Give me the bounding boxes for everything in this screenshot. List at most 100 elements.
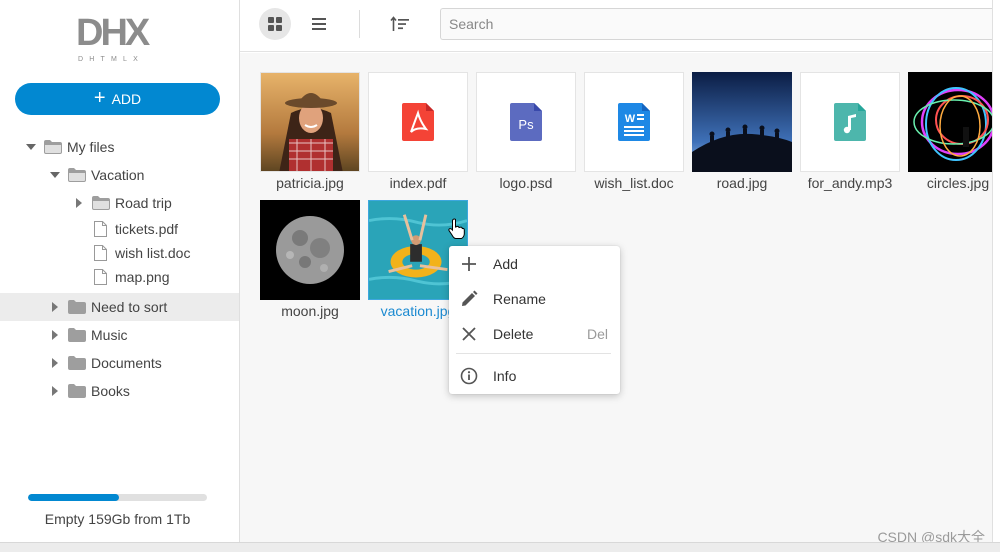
tree-item-label: Books xyxy=(91,383,130,399)
tree-item-need-to-sort[interactable]: Need to sort xyxy=(0,293,239,321)
toolbar-divider xyxy=(359,10,360,38)
chevron-right-icon[interactable] xyxy=(52,386,58,396)
chevron-right-icon[interactable] xyxy=(52,358,58,368)
file-name: for_andy.mp3 xyxy=(807,175,893,191)
context-menu-add[interactable]: Add xyxy=(449,246,620,281)
logo-text: DHX xyxy=(76,12,150,54)
folder-open-icon xyxy=(68,168,86,182)
audio-icon xyxy=(834,103,866,141)
photo-circles-image xyxy=(908,72,1000,172)
storage-progress-bar xyxy=(28,494,207,501)
context-menu-label: Rename xyxy=(493,290,546,307)
tree-item-books[interactable]: Books xyxy=(0,377,239,405)
chevron-right-icon[interactable] xyxy=(76,198,82,208)
chevron-down-icon[interactable] xyxy=(26,144,36,150)
tree-item-label: map.png xyxy=(115,269,170,285)
context-menu-hotkey: Del xyxy=(586,325,608,342)
folder-icon xyxy=(68,356,86,370)
search-input[interactable] xyxy=(440,8,1000,40)
file-name: road.jpg xyxy=(716,175,768,191)
chevron-right-icon[interactable] xyxy=(52,302,58,312)
storage-text: Empty 159Gb from 1Tb xyxy=(44,511,191,527)
tree-item-label: tickets.pdf xyxy=(115,221,179,237)
tree-item-documents[interactable]: Documents xyxy=(0,349,239,377)
sidebar: DHX DHTMLX + ADD My files Vacation Road … xyxy=(0,0,240,542)
pdf-icon xyxy=(402,103,434,141)
storage-indicator: Empty 159Gb from 1Tb xyxy=(28,494,207,527)
file-icon xyxy=(94,269,107,285)
logo-subtext: DHTMLX xyxy=(78,56,144,63)
file-thumbnail: W xyxy=(584,72,684,172)
folder-icon xyxy=(68,384,86,398)
context-menu-delete[interactable]: Delete Del xyxy=(449,316,620,351)
tree-item-label: wish list.doc xyxy=(115,245,191,261)
file-icon xyxy=(94,245,107,261)
file-thumbnail xyxy=(368,72,468,172)
psd-icon: Ps xyxy=(510,103,542,141)
plus-icon xyxy=(462,256,476,271)
tree-item-label: My files xyxy=(67,139,115,155)
context-menu-label: Info xyxy=(493,367,517,384)
context-menu-label: Add xyxy=(493,255,518,272)
tree-item-wish-list-doc[interactable]: wish list.doc xyxy=(0,241,239,265)
file-item[interactable]: moon.jpg xyxy=(260,200,360,319)
file-item[interactable]: index.pdf xyxy=(368,72,468,191)
tree-item-music[interactable]: Music xyxy=(0,321,239,349)
sort-button[interactable] xyxy=(384,8,416,40)
folder-open-icon xyxy=(44,140,62,154)
tree-item-road-trip[interactable]: Road trip xyxy=(0,189,239,217)
list-view-icon xyxy=(312,18,326,30)
photo-portrait-image xyxy=(261,73,359,171)
context-menu-divider xyxy=(456,353,611,354)
file-name: circles.jpg xyxy=(926,175,990,191)
storage-progress-fill xyxy=(28,494,120,501)
file-item[interactable]: patricia.jpg xyxy=(260,72,360,191)
image-thumbnail xyxy=(260,72,360,172)
toolbar xyxy=(240,0,1000,52)
tree-item-map-png[interactable]: map.png xyxy=(0,265,239,293)
tree-item-label: Music xyxy=(91,327,128,343)
file-item[interactable]: for_andy.mp3 xyxy=(800,72,900,191)
tree-item-label: Documents xyxy=(91,355,162,371)
context-menu-rename[interactable]: Rename xyxy=(449,281,620,316)
dhx-logo: DHX DHTMLX xyxy=(76,14,160,66)
plus-icon: + xyxy=(93,87,106,109)
file-item[interactable]: circles.jpg xyxy=(908,72,1000,191)
tree-item-label: Road trip xyxy=(115,195,172,211)
file-icon xyxy=(94,221,107,237)
context-menu-info[interactable]: Info xyxy=(449,358,620,393)
info-icon xyxy=(460,367,478,384)
folder-tree: My files Vacation Road trip tickets.pdf … xyxy=(0,133,239,405)
image-thumbnail xyxy=(692,72,792,172)
file-name: index.pdf xyxy=(389,175,447,191)
list-view-button[interactable] xyxy=(303,8,335,40)
tree-item-vacation[interactable]: Vacation xyxy=(0,161,239,189)
tree-item-tickets-pdf[interactable]: tickets.pdf xyxy=(0,217,239,241)
file-name: moon.jpg xyxy=(281,303,339,319)
scrollbar-edge xyxy=(992,0,1000,542)
add-button[interactable]: + ADD xyxy=(15,83,220,115)
image-thumbnail xyxy=(908,72,1000,172)
photo-moon-image xyxy=(260,200,360,300)
tree-item-label: Need to sort xyxy=(91,299,168,315)
context-menu-label: Delete xyxy=(493,325,534,342)
bottom-edge xyxy=(0,542,1000,552)
chevron-right-icon[interactable] xyxy=(52,330,58,340)
tree-item-label: Vacation xyxy=(91,167,145,183)
file-item[interactable]: W wish_list.doc xyxy=(584,72,684,191)
hand-cursor-icon xyxy=(448,218,465,239)
file-thumbnail xyxy=(800,72,900,172)
image-thumbnail xyxy=(260,200,360,300)
file-thumbnail: Ps xyxy=(476,72,576,172)
add-button-label: ADD xyxy=(111,91,142,107)
file-item[interactable]: Ps logo.psd xyxy=(476,72,576,191)
folder-icon xyxy=(68,328,86,342)
file-grid-area: patricia.jpg index.pdf Ps logo.psd W wis… xyxy=(240,53,1000,542)
grid-view-button[interactable] xyxy=(259,8,291,40)
file-name: patricia.jpg xyxy=(276,175,344,191)
file-item[interactable]: road.jpg xyxy=(692,72,792,191)
chevron-down-icon[interactable] xyxy=(50,172,60,178)
close-icon xyxy=(462,326,476,341)
svg-text:Ps: Ps xyxy=(518,117,534,132)
tree-item-my-files[interactable]: My files xyxy=(0,133,239,161)
